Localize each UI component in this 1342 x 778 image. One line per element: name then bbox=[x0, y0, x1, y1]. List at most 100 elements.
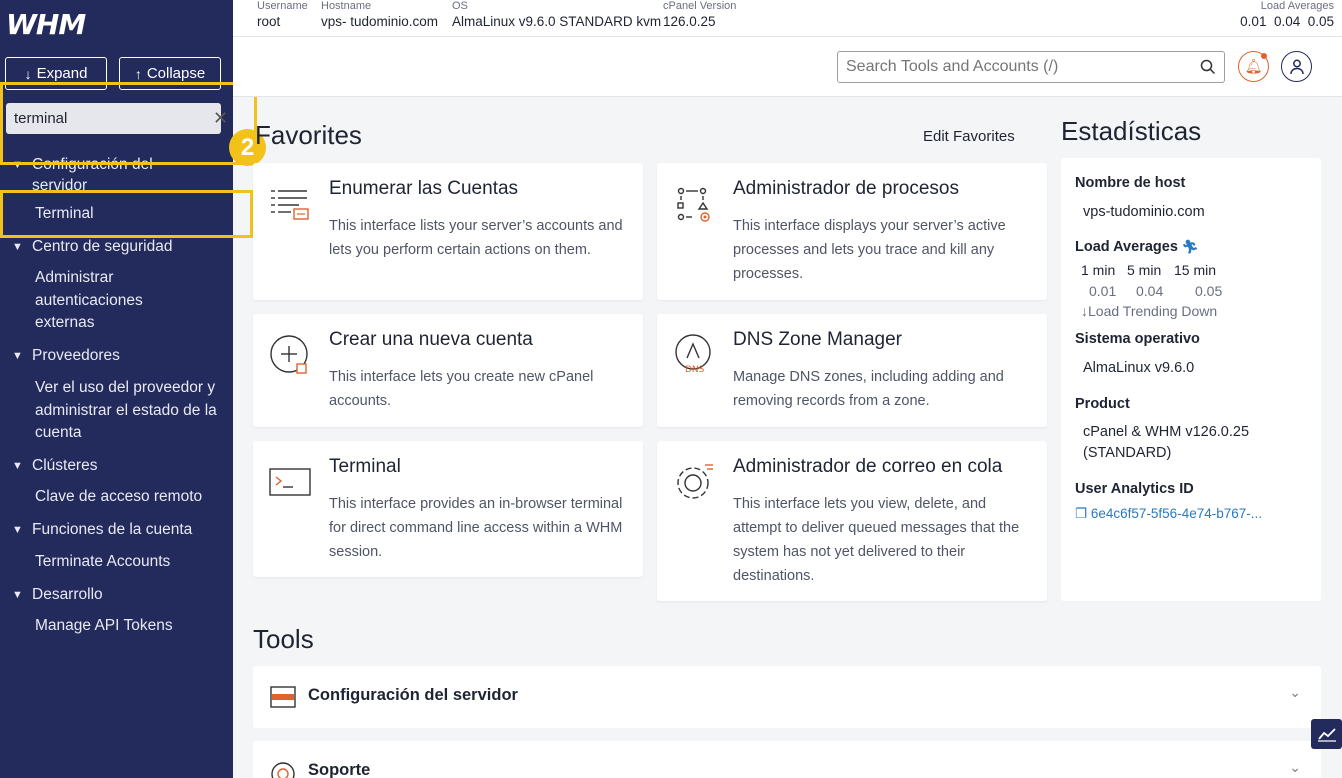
card-description: This interface lets you view, delete, an… bbox=[733, 496, 1020, 584]
username-info: Username root bbox=[257, 0, 308, 32]
global-search-input[interactable] bbox=[846, 58, 1200, 76]
notifications-button[interactable]: 🔔︎ bbox=[1238, 51, 1269, 82]
load-trend: ↓Load Trending Down bbox=[1081, 303, 1217, 319]
sidebar-item-provider-usage[interactable]: Ver el uso del proveedor y administrar e… bbox=[35, 377, 220, 445]
uid-stat-value[interactable]: ❐ 6e4c6f57-5f56-4e74-b767-... bbox=[1075, 506, 1315, 522]
cpanel-version-value: 126.0.25 bbox=[663, 14, 716, 29]
search-icon[interactable] bbox=[1200, 59, 1216, 75]
load-values: 0.01 0.04 0.05 bbox=[1089, 283, 1222, 299]
tools-title: Tools bbox=[253, 624, 314, 654]
load-stat-label-text: Load Averages bbox=[1075, 239, 1178, 255]
sidebar-item-api-tokens[interactable]: Manage API Tokens bbox=[35, 615, 173, 638]
load-averages-value: 0.01 0.04 0.05 bbox=[1240, 14, 1334, 29]
load-header: 5 min bbox=[1127, 262, 1162, 278]
chevron-down-icon: ▼ bbox=[12, 460, 23, 472]
collapse-label: Collapse bbox=[146, 65, 206, 82]
global-search bbox=[837, 51, 1225, 83]
card-description: Manage DNS zones, including adding and r… bbox=[733, 369, 1004, 409]
load-averages-label: Load Averages bbox=[1260, 0, 1334, 12]
list-accounts-icon bbox=[271, 190, 309, 220]
user-icon bbox=[1289, 59, 1304, 74]
card-title: DNS Zone Manager bbox=[733, 329, 902, 350]
load-averages-info: Load Averages 0.01 0.04 0.05 bbox=[1240, 0, 1334, 32]
create-account-icon bbox=[270, 335, 308, 374]
bell-icon: 🔔︎ bbox=[1244, 58, 1263, 74]
hostname-stat-value: vps-tudominio.com bbox=[1083, 204, 1205, 220]
tool-category-support[interactable]: Soporte ⌄ bbox=[253, 741, 1321, 778]
sidebar-group-clusters[interactable]: ▼ Clústeres bbox=[12, 455, 97, 476]
card-title: Enumerar las Cuentas bbox=[329, 178, 519, 199]
arrow-down-icon: ↓ bbox=[1081, 303, 1088, 319]
os-info: OS AlmaLinux v9.6.0 STANDARD kvm bbox=[452, 0, 661, 32]
hostname-stat-label: Nombre de host bbox=[1075, 175, 1186, 191]
os-stat-label: Sistema operativo bbox=[1075, 331, 1200, 347]
sidebar-group-label: Proveedores bbox=[32, 347, 120, 364]
edit-favorites-link[interactable]: Edit Favorites bbox=[923, 128, 1015, 145]
arrow-up-icon: ↑ bbox=[134, 65, 142, 82]
stats-title: Estadísticas bbox=[1061, 116, 1202, 146]
product-stat-label: Product bbox=[1075, 396, 1130, 412]
sidebar-group-label: Clústeres bbox=[32, 457, 98, 474]
card-title: Crear una nueva cuenta bbox=[329, 329, 533, 350]
chevron-down-icon: ▼ bbox=[12, 589, 23, 601]
hostname-label: Hostname bbox=[321, 0, 372, 12]
terminal-icon bbox=[269, 468, 311, 496]
tool-category-label: Soporte bbox=[308, 761, 371, 778]
chevron-down-icon: ⌄ bbox=[1289, 684, 1301, 700]
chevron-down-icon: ⌄ bbox=[1289, 759, 1301, 775]
load-value: 0.04 bbox=[1136, 283, 1164, 299]
notification-dot bbox=[1261, 53, 1267, 59]
server-config-icon bbox=[270, 686, 296, 708]
user-menu-button[interactable] bbox=[1281, 51, 1312, 82]
sidebar-group-providers[interactable]: ▼ Proveedores bbox=[12, 345, 120, 366]
sidebar-group-label: Desarrollo bbox=[32, 586, 103, 603]
favorite-card[interactable]: Administrador de correo en cola This int… bbox=[657, 441, 1047, 601]
sidebar-group-development[interactable]: ▼ Desarrollo bbox=[12, 584, 103, 605]
whm-logo[interactable]: WHM bbox=[6, 8, 86, 41]
server-info-bar: Username root Hostname vps- tudominio.co… bbox=[233, 0, 1342, 37]
uid-stat-label: User Analytics ID bbox=[1075, 481, 1194, 497]
sidebar-group-security[interactable]: ▼ Centro de seguridad bbox=[12, 236, 172, 257]
analytics-button[interactable] bbox=[1311, 719, 1342, 749]
hostname-info: Hostname vps- tudominio.com bbox=[321, 0, 438, 32]
support-icon bbox=[271, 762, 295, 778]
card-description: This interface lists your server’s accou… bbox=[329, 218, 623, 258]
svg-text:DNS: DNS bbox=[685, 365, 705, 375]
sidebar-item-remote-key[interactable]: Clave de acceso remoto bbox=[35, 486, 202, 509]
header: 🔔︎ bbox=[233, 37, 1342, 97]
load-value: 0.01 bbox=[1089, 283, 1117, 299]
card-description: This interface provides an in-browser te… bbox=[329, 496, 623, 560]
copy-icon[interactable]: ❐ bbox=[1075, 506, 1087, 521]
stats-panel: Nombre de host vps-tudominio.com Load Av… bbox=[1061, 158, 1321, 601]
highlight-terminal-item bbox=[0, 190, 253, 238]
card-description: This interface lets you create new cPane… bbox=[329, 369, 594, 409]
load-trend-text: Load Trending Down bbox=[1088, 303, 1218, 319]
process-manager-icon bbox=[677, 187, 710, 222]
favorite-card[interactable]: Crear una nueva cuenta This interface le… bbox=[253, 314, 643, 427]
os-stat-value: AlmaLinux v9.6.0 bbox=[1083, 360, 1195, 376]
favorite-card[interactable]: Terminal This interface provides an in-b… bbox=[253, 441, 643, 577]
os-value: AlmaLinux v9.6.0 STANDARD kvm bbox=[452, 14, 662, 29]
trend-chart-icon bbox=[1317, 728, 1336, 742]
cpanel-version-info: cPanel Version 126.0.25 bbox=[663, 0, 736, 32]
tool-category-server-config[interactable]: Configuración del servidor ⌄ bbox=[253, 666, 1321, 728]
card-title: Terminal bbox=[329, 456, 401, 477]
card-title: Administrador de correo en cola bbox=[733, 456, 1003, 477]
sidebar-item-terminate-accounts[interactable]: Terminate Accounts bbox=[35, 551, 170, 574]
load-value: 0.05 bbox=[1195, 283, 1223, 299]
favorite-card[interactable]: Enumerar las Cuentas This interface list… bbox=[253, 163, 643, 300]
highlight-search-box bbox=[0, 82, 257, 165]
sidebar-group-account-functions[interactable]: ▼ Funciones de la cuenta bbox=[12, 519, 192, 540]
chevron-down-icon: ▼ bbox=[12, 350, 23, 362]
sidebar-group-label: Centro de seguridad bbox=[32, 238, 173, 255]
favorite-card[interactable]: DNS DNS Zone Manager Manage DNS zones, i… bbox=[657, 314, 1047, 427]
os-label: OS bbox=[452, 0, 468, 12]
favorite-card[interactable]: Administrador de procesos This interface… bbox=[657, 163, 1047, 300]
uid-text: 6e4c6f57-5f56-4e74-b767-... bbox=[1090, 506, 1262, 521]
card-description: This interface displays your server’s ac… bbox=[733, 218, 1006, 282]
hostname-value: vps- tudominio.com bbox=[321, 14, 439, 29]
username-value: root bbox=[257, 14, 281, 29]
load-header: 15 min bbox=[1174, 262, 1217, 278]
sidebar-item-external-auth[interactable]: Administrar autenticaciones externas bbox=[35, 267, 175, 335]
card-title: Administrador de procesos bbox=[733, 178, 959, 199]
